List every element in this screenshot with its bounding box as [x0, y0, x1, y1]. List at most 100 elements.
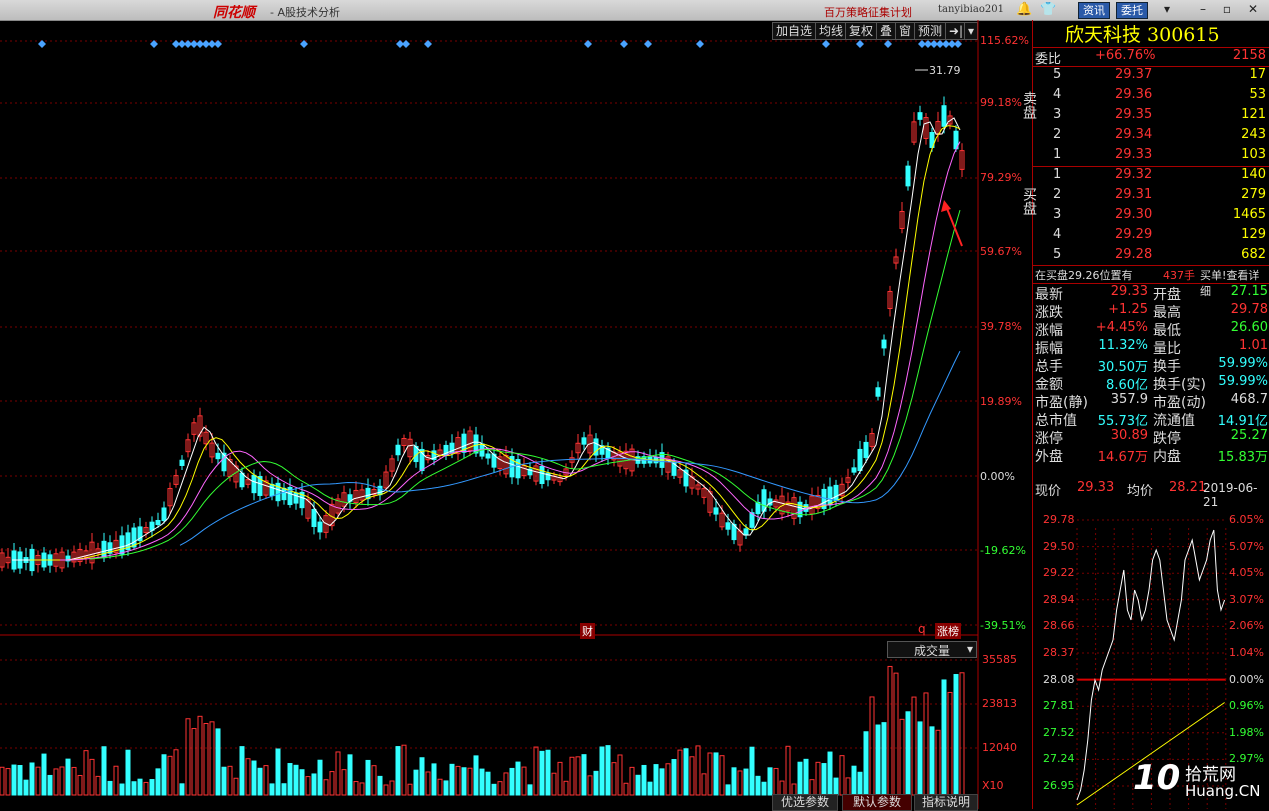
volume-bar	[473, 755, 479, 796]
volume-bar	[875, 724, 881, 796]
book-row[interactable]: 2 29.34 243	[1033, 127, 1269, 147]
stat-value: 1.01	[1239, 338, 1268, 353]
site-watermark: 10 拾荒网 Huang.CN	[1133, 758, 1263, 806]
intraday-pct-label: 3.07%	[1229, 592, 1264, 606]
stat-row: 外盘 14.67万 内盘 15.83万	[1033, 446, 1269, 465]
volume-bar	[137, 778, 143, 796]
tab-default-params[interactable]: 默认参数	[842, 794, 912, 811]
stock-title[interactable]: 欣天科技 300615	[1033, 20, 1269, 46]
pct-label: 19.89%	[980, 395, 1022, 408]
indicator-select[interactable]: 成交量 ▾	[887, 641, 977, 658]
book-price: 29.33	[1115, 147, 1153, 162]
book-row[interactable]: 1 29.33 103	[1033, 147, 1269, 167]
volume-bar	[47, 774, 53, 796]
intraday-price-label: 27.24	[1043, 752, 1075, 766]
limit-list-marker[interactable]: 涨榜	[935, 623, 961, 639]
volume-bar	[83, 750, 89, 796]
stat-key: 涨跌	[1035, 305, 1063, 321]
stat-value: 30.89	[1110, 428, 1148, 443]
volume-bar	[851, 765, 857, 796]
volume-bar	[593, 770, 599, 796]
volume-bar	[683, 748, 689, 796]
dropdown-icon[interactable]: ▾	[1160, 2, 1174, 16]
volume-bar	[275, 748, 281, 796]
volume-bar	[605, 745, 611, 796]
volume-bar	[143, 781, 149, 796]
book-row[interactable]: 2 29.31 279	[1033, 187, 1269, 207]
volume-bar	[701, 773, 707, 796]
volume-bar	[155, 768, 161, 796]
finance-marker[interactable]: 财	[580, 623, 595, 639]
book-volume: 53	[1249, 87, 1266, 102]
volume-bar	[365, 759, 371, 796]
stat-key: 内盘	[1153, 449, 1181, 465]
minimize-icon[interactable]: –	[1196, 2, 1210, 16]
avg-label: 均价	[1127, 484, 1154, 499]
volume-bar	[659, 768, 665, 796]
volume-bar	[755, 775, 761, 796]
stat-key: 振幅	[1035, 341, 1063, 357]
book-price: 29.30	[1115, 207, 1153, 222]
bell-icon[interactable]: 🔔	[1016, 2, 1032, 18]
tab-indicator-help[interactable]: 指标说明	[914, 794, 978, 811]
intraday-price-label: 29.50	[1043, 539, 1075, 553]
q-marker[interactable]: q	[918, 622, 926, 636]
order-button[interactable]: 委托	[1116, 2, 1148, 19]
intraday-price-label: 26.95	[1043, 779, 1075, 792]
kline-chart[interactable]: 31.79	[0, 20, 1032, 809]
intraday-pct-label: 5.07%	[1229, 539, 1264, 553]
volume-bar	[845, 777, 851, 796]
watermark-url: Huang.CN	[1185, 782, 1261, 800]
stat-row: 振幅 11.32% 量比 1.01	[1033, 338, 1269, 357]
order-notice[interactable]: 在买盘29.26位置有 437手 买单!查看详细	[1033, 265, 1269, 298]
volume-bar	[515, 761, 521, 796]
volume-bar	[671, 759, 677, 796]
book-row[interactable]: 4 29.29 129	[1033, 227, 1269, 247]
vol-label: 12040	[982, 741, 1017, 754]
volume-bar	[59, 766, 65, 796]
stat-key: 市盈(动)	[1153, 395, 1206, 411]
volume-bar	[695, 745, 701, 796]
book-row[interactable]: 5 29.37 17	[1033, 67, 1269, 87]
weibi-pct: +66.76%	[1095, 48, 1156, 63]
book-volume: 17	[1249, 67, 1266, 82]
volume-bar	[167, 755, 173, 796]
book-price: 29.29	[1115, 227, 1153, 242]
book-row[interactable]: 5 29.28 682	[1033, 247, 1269, 267]
volume-bar	[23, 779, 29, 796]
maximize-icon[interactable]: ▫	[1220, 2, 1234, 16]
volume-bar	[863, 731, 869, 796]
volume-bar	[923, 692, 929, 796]
promo-link[interactable]: 百万策略征集计划	[824, 4, 912, 20]
tab-optimized-params[interactable]: 优选参数	[772, 794, 838, 811]
stat-row: 总市值 55.73亿 流通值 14.91亿	[1033, 410, 1269, 429]
book-row[interactable]: 3 29.35 121	[1033, 107, 1269, 127]
stat-value: 14.91亿	[1217, 414, 1268, 429]
close-icon[interactable]: ✕	[1246, 2, 1260, 16]
volume-bar	[623, 782, 629, 796]
volume-bar	[71, 766, 77, 796]
book-row[interactable]: 1 29.32 140	[1033, 167, 1269, 187]
volume-bar	[545, 749, 551, 796]
intraday-price-label: 28.94	[1043, 592, 1075, 606]
news-button[interactable]: 资讯	[1078, 2, 1110, 19]
stat-value: 468.7	[1230, 392, 1268, 407]
volume-bar	[479, 768, 485, 796]
stat-row: 金额 8.60亿 换手(实) 59.99%	[1033, 374, 1269, 393]
username[interactable]: tanyibiao201	[938, 4, 1004, 15]
volume-bar	[731, 767, 737, 796]
shirt-icon[interactable]: 👕	[1040, 2, 1056, 18]
pct-label: 59.67%	[980, 245, 1022, 258]
intraday-pct-label: 2.06%	[1229, 619, 1264, 633]
volume-bar	[887, 665, 893, 796]
book-row[interactable]: 4 29.36 53	[1033, 87, 1269, 107]
pct-label: -19.62%	[980, 544, 1026, 557]
volume-bar	[359, 782, 365, 796]
volume-bar	[299, 769, 305, 796]
volume-bar	[293, 764, 299, 796]
intraday-price-label: 28.66	[1043, 619, 1075, 633]
volume-bar	[713, 752, 719, 796]
app-title: - A股技术分析	[270, 6, 340, 19]
book-row[interactable]: 3 29.30 1465	[1033, 207, 1269, 227]
volume-bar	[641, 764, 647, 796]
